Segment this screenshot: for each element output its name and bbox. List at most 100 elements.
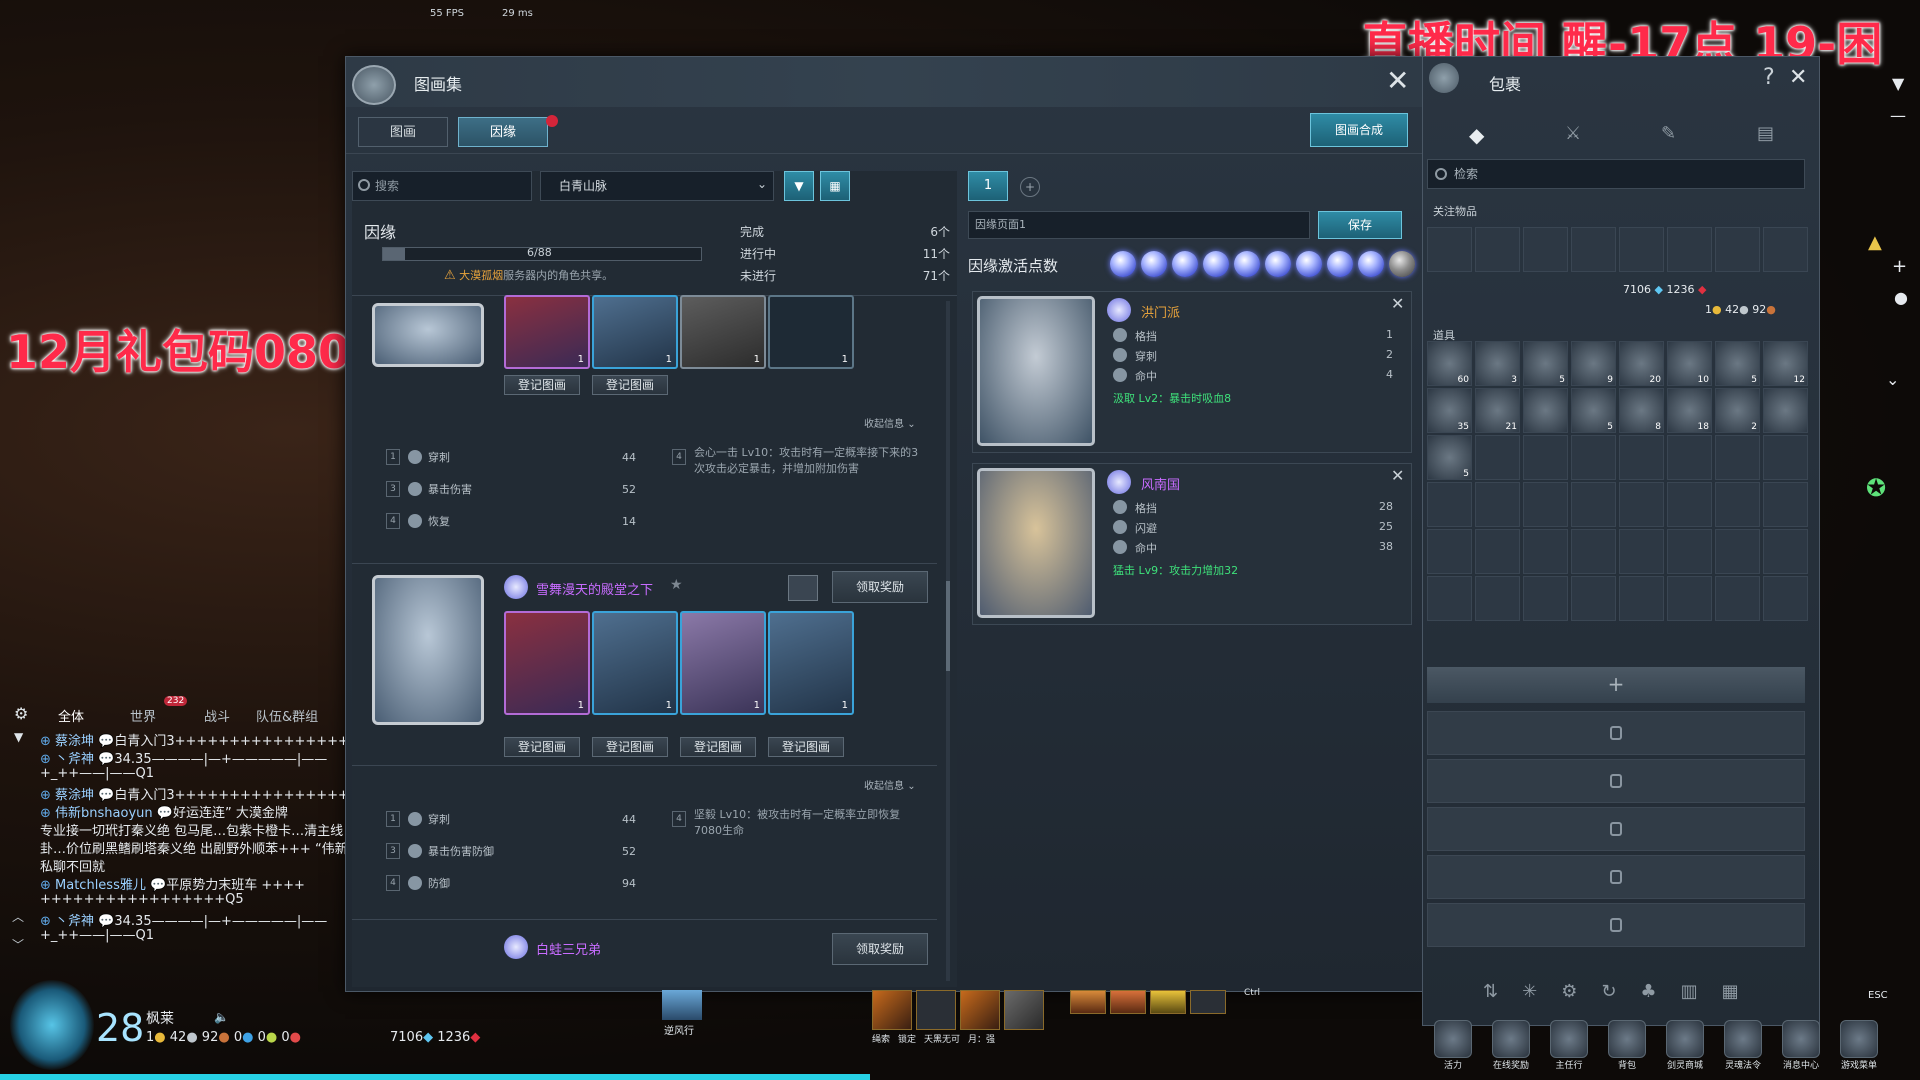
menu-item[interactable]: 活力 — [1428, 1020, 1478, 1071]
filter-icon[interactable]: ▼ — [1892, 74, 1904, 93]
skill-slot[interactable] — [1004, 990, 1044, 1030]
plus-icon[interactable]: + — [1892, 256, 1907, 277]
chat-line[interactable]: ⊕ 蔡涂坤 💬白青入门3+++++++++++++++++ — [40, 730, 345, 749]
collapse-toggle[interactable]: 收起信息 ⌄ — [864, 777, 916, 792]
inventory-slot[interactable] — [1427, 227, 1472, 272]
inventory-slot[interactable] — [1715, 227, 1760, 272]
search-input[interactable]: 搜索 — [352, 171, 532, 201]
menu-item[interactable]: 在线奖励 — [1486, 1020, 1536, 1071]
inventory-slot[interactable]: 5 — [1523, 341, 1568, 386]
chat-line[interactable]: ⊕ 丶斧神 💬34.35————|—+—————|—— — [40, 910, 345, 929]
group1-card[interactable]: 1 — [504, 295, 590, 369]
inventory-slot[interactable] — [1619, 482, 1664, 527]
group2-card[interactable]: 1 — [504, 611, 590, 715]
inventory-slot[interactable] — [1715, 576, 1760, 621]
inventory-slot[interactable] — [1667, 529, 1712, 574]
register-button[interactable]: 登记图画 — [768, 737, 844, 757]
chat-tab-party[interactable]: 队伍&群组 — [256, 706, 318, 725]
group1-card[interactable]: 1 — [592, 295, 678, 369]
inventory-slot[interactable] — [1523, 529, 1568, 574]
chat-line[interactable]: ⊕ 伟新bnshaoyun 💬好运连连” 大漠金牌 — [40, 802, 345, 821]
sort-icon[interactable]: ⇅ — [1483, 981, 1498, 1002]
chat-user[interactable]: 蔡涂坤 — [55, 734, 94, 749]
inventory-slot[interactable] — [1763, 227, 1808, 272]
inventory-slot[interactable]: 60 — [1427, 341, 1472, 386]
skill-slot[interactable] — [960, 990, 1000, 1030]
compose-button[interactable]: 图画合成 — [1310, 113, 1408, 147]
inventory-slot[interactable] — [1523, 576, 1568, 621]
inventory-slot[interactable] — [1523, 388, 1568, 433]
inventory-slot[interactable]: 12 — [1763, 341, 1808, 386]
scroll-up-icon[interactable]: ︿ — [12, 908, 24, 925]
locked-bag-row[interactable] — [1427, 807, 1805, 851]
register-button[interactable]: 登记图画 — [504, 737, 580, 757]
consumable-slot[interactable] — [1190, 990, 1226, 1014]
group2-card[interactable]: 1 — [768, 611, 854, 715]
locked-bag-row[interactable] — [1427, 759, 1805, 803]
inventory-slot[interactable] — [1571, 576, 1616, 621]
inventory-slot[interactable] — [1715, 435, 1760, 480]
inventory-slot[interactable]: 21 — [1475, 388, 1520, 433]
inventory-slot[interactable] — [1763, 529, 1808, 574]
chat-tab-world[interactable]: 世界 — [130, 706, 156, 725]
chat-user[interactable]: 伟新bnshaoyun — [55, 806, 153, 821]
tab-fate[interactable]: 因缘 — [458, 117, 548, 147]
gear-icon[interactable]: ⚙ — [14, 704, 28, 723]
inventory-slot[interactable]: 10 — [1667, 341, 1712, 386]
inventory-slot[interactable] — [1475, 576, 1520, 621]
chat-tab-battle[interactable]: 战斗 — [204, 706, 230, 725]
inventory-slot[interactable] — [1763, 482, 1808, 527]
page-tab[interactable]: 1 — [968, 171, 1008, 201]
inventory-slot[interactable] — [1619, 227, 1664, 272]
chat-user[interactable]: Matchless雅儿 — [55, 878, 146, 893]
close-icon[interactable]: ✕ — [1789, 67, 1807, 89]
inventory-slot[interactable] — [1571, 529, 1616, 574]
close-icon[interactable]: ✕ — [1391, 294, 1404, 313]
region-select[interactable]: 白青山脉 — [540, 171, 774, 201]
menu-item[interactable]: 剑灵商城 — [1660, 1020, 1710, 1071]
inventory-slot[interactable] — [1475, 227, 1520, 272]
inventory-slot[interactable] — [1619, 435, 1664, 480]
chat-user[interactable]: 丶斧神 — [55, 752, 94, 767]
minus-icon[interactable]: — — [1890, 106, 1906, 125]
inventory-slot[interactable] — [1715, 529, 1760, 574]
group1-card[interactable]: 1 — [768, 295, 854, 369]
close-icon[interactable]: ✕ — [1391, 466, 1404, 485]
consumable-slot[interactable] — [1150, 990, 1186, 1014]
inventory-slot[interactable] — [1427, 576, 1472, 621]
inventory-slot[interactable]: 9 — [1571, 341, 1616, 386]
claim-reward-button[interactable]: 领取奖励 — [832, 571, 928, 603]
inventory-slot[interactable]: 5 — [1715, 341, 1760, 386]
menu-item[interactable]: 主任行 — [1544, 1020, 1594, 1071]
chat-user[interactable]: 蔡涂坤 — [55, 788, 94, 803]
star-icon[interactable]: ★ — [670, 577, 683, 593]
inventory-slot[interactable] — [1475, 482, 1520, 527]
inventory-slot[interactable]: 5 — [1427, 435, 1472, 480]
skill-slot[interactable] — [872, 990, 912, 1030]
filter-icon[interactable]: ▼ — [784, 171, 814, 201]
grid-icon[interactable]: ▦ — [1722, 981, 1739, 1002]
page-name-input[interactable]: 因缘页面1 — [968, 211, 1310, 239]
category-material-icon[interactable]: ▤ — [1757, 123, 1774, 144]
volume-icon[interactable]: 🔈 — [214, 1010, 229, 1024]
inventory-slot[interactable] — [1523, 227, 1568, 272]
group1-card[interactable]: 1 — [680, 295, 766, 369]
chat-line[interactable]: +_++——|——Q1 — [40, 766, 345, 784]
collapse-toggle[interactable]: 收起信息 ⌄ — [864, 415, 916, 430]
menu-item[interactable]: 游戏菜单 — [1834, 1020, 1884, 1071]
chat-line[interactable]: +++++++++++++++++Q5 — [40, 892, 345, 910]
mushroom-icon[interactable]: ♣ — [1640, 981, 1656, 1002]
inventory-slot[interactable]: 5 — [1571, 388, 1616, 433]
chat-line[interactable]: 专业接一切玳打秦义绝 包马尾…包紫卡橙卡…清主线 — [40, 820, 345, 839]
register-button[interactable]: 登记图画 — [592, 375, 668, 395]
menu-item[interactable]: 灵魂法令 — [1718, 1020, 1768, 1071]
register-button[interactable]: 登记图画 — [592, 737, 668, 757]
gear-icon[interactable]: ⚙ — [1561, 981, 1577, 1002]
inventory-slot[interactable] — [1715, 482, 1760, 527]
quest-icon[interactable]: ✪ — [1866, 474, 1886, 502]
close-icon[interactable]: ✕ — [1386, 67, 1409, 95]
inventory-slot[interactable] — [1763, 435, 1808, 480]
tab-album[interactable]: 图画 — [358, 117, 448, 147]
locked-bag-row[interactable] — [1427, 855, 1805, 899]
inventory-slot[interactable]: 8 — [1619, 388, 1664, 433]
